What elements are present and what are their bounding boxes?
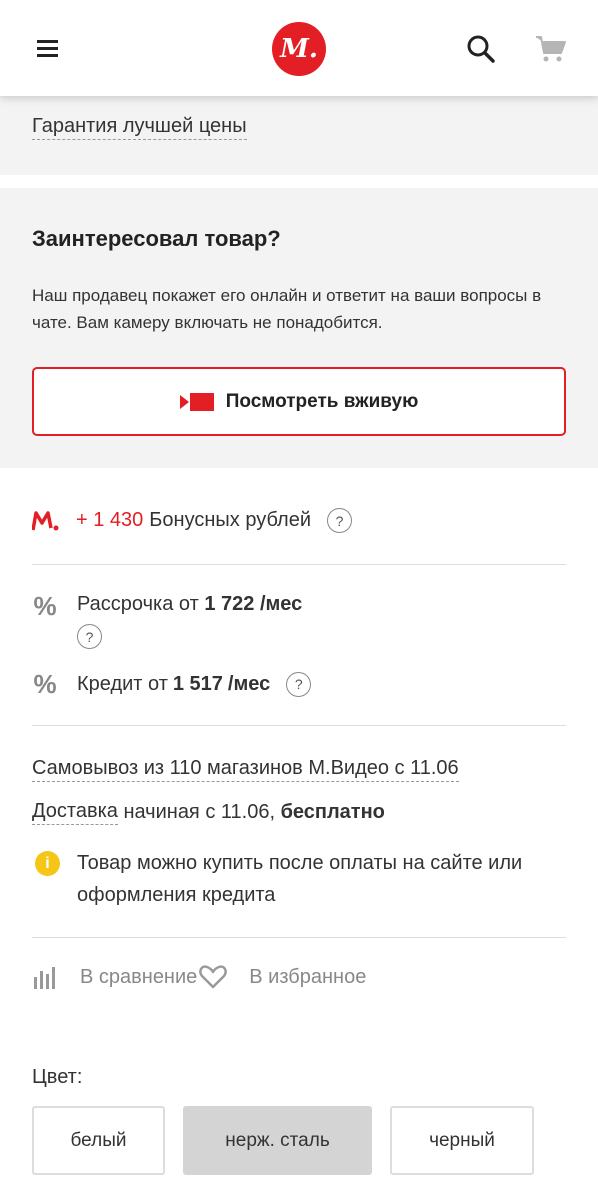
compare-icon[interactable] [32, 965, 58, 989]
delivery-link[interactable]: Доставка [32, 800, 118, 825]
watch-live-label: Посмотреть вживую [225, 390, 419, 412]
installment-amount: 1 722 [204, 593, 255, 615]
divider [32, 937, 566, 938]
color-label: Цвет: [32, 1066, 83, 1088]
credit-help-icon[interactable]: ? [286, 671, 312, 697]
divider [32, 725, 566, 726]
video-camera-icon [179, 392, 214, 411]
header: М. [0, 0, 598, 96]
live-view-description: Наш продавец покажет его онлайн и ответи… [32, 286, 542, 332]
best-price-guarantee-link[interactable]: Гарантия лучшей цены [32, 115, 247, 140]
live-view-title: Заинтересовал товар? [32, 226, 281, 251]
watch-live-button[interactable]: Посмотреть вживую [32, 367, 566, 436]
credit-row: % Кредит от 1 517 /мес ? [32, 669, 312, 699]
delivery-row: Доставка начиная с 11.06, бесплатно [32, 800, 385, 825]
m-bonus-icon [32, 510, 59, 530]
heart-icon[interactable] [199, 965, 228, 989]
menu-icon[interactable] [37, 40, 58, 58]
delivery-text: начиная с 11.06, [117, 801, 281, 823]
installment-prefix: Рассрочка от [77, 593, 199, 615]
compare-button[interactable]: В сравнение [80, 966, 197, 989]
search-icon[interactable] [466, 34, 496, 64]
credit-prefix: Кредит от [77, 672, 168, 695]
bonus-amount: + 1 430 [76, 509, 144, 531]
color-option-steel[interactable]: нерж. сталь [183, 1106, 372, 1175]
pickup-row: Самовывоз из 110 магазинов М.Видео с 11.… [32, 757, 459, 782]
credit-suffix: /мес [227, 672, 271, 695]
color-option-white[interactable]: белый [32, 1106, 165, 1175]
installment-help-icon[interactable]: ? [77, 624, 102, 649]
bonus-help-icon[interactable]: ? [327, 508, 352, 533]
info-icon: i [35, 851, 60, 876]
installment-suffix: /мес [259, 593, 303, 615]
cart-icon[interactable] [535, 34, 567, 64]
guarantee-block: Гарантия лучшей цены [0, 96, 598, 175]
color-option-black[interactable]: черный [390, 1106, 534, 1175]
product-actions: В сравнение В избранное [32, 965, 366, 989]
info-text: Товар можно купить после оплаты на сайте… [77, 852, 523, 906]
delivery-free: бесплатно [280, 801, 385, 823]
percent-icon: % [33, 591, 57, 621]
percent-icon: % [33, 669, 57, 699]
pickup-link[interactable]: Самовывоз из 110 магазинов М.Видео с 11.… [32, 757, 459, 782]
bonus-label: Бонусных рублей [149, 509, 311, 531]
live-view-block: Заинтересовал товар? Наш продавец покаже… [0, 188, 598, 468]
bonus-row: + 1 430 Бонусных рублей ? [32, 508, 352, 533]
divider [32, 564, 566, 565]
favorite-button[interactable]: В избранное [249, 966, 366, 989]
brand-logo[interactable]: М. [272, 22, 326, 76]
credit-amount: 1 517 [172, 672, 223, 695]
installment-row: % Рассрочка от 1 722 /мес ? [32, 593, 302, 649]
